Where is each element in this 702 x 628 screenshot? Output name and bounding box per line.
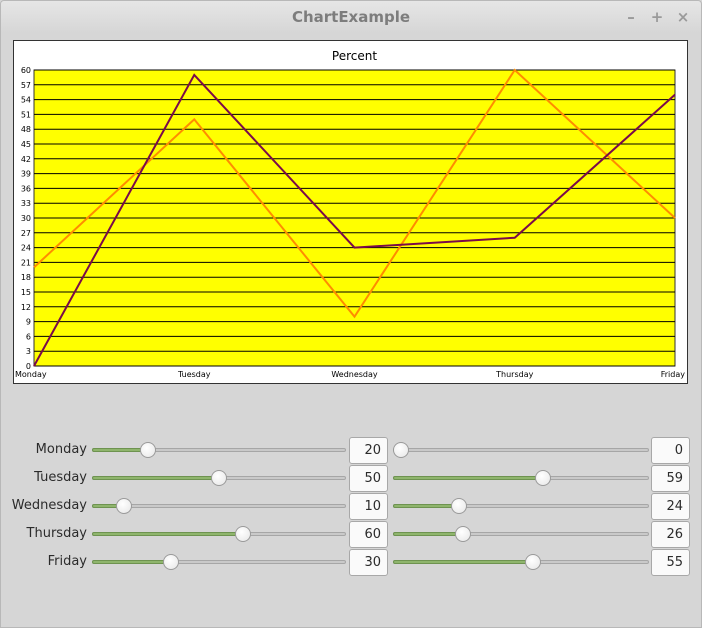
series-b-slider[interactable] (393, 468, 649, 488)
slider-handle[interactable] (450, 498, 467, 514)
window-title: ChartExample (291, 8, 411, 26)
series-b-spinbox[interactable]: 55 (651, 549, 690, 576)
x-tick-label: Friday (661, 370, 686, 379)
slider-handle[interactable] (211, 470, 227, 486)
slider-handle[interactable] (525, 554, 541, 570)
slider-handle[interactable] (163, 554, 180, 570)
series-b-spinbox[interactable]: 24 (651, 493, 690, 520)
slider-handle[interactable] (534, 470, 551, 486)
x-tick-label: Thursday (495, 370, 533, 379)
slider-handle[interactable] (139, 442, 156, 458)
series-a-slider[interactable] (92, 552, 346, 572)
x-tick-label: Wednesday (331, 370, 378, 379)
series-b-slider[interactable] (393, 496, 649, 516)
y-tick-label: 45 (21, 140, 31, 149)
day-label: Thursday (26, 526, 87, 541)
slider-fill (393, 504, 459, 508)
x-tick-label: Monday (15, 370, 47, 379)
series-a-slider[interactable] (92, 468, 346, 488)
series-a-spinbox[interactable]: 20 (349, 437, 388, 464)
chart-title: Percent (332, 49, 377, 63)
line-chart: Percent036912151821242730333639424548515… (15, 49, 686, 379)
y-tick-label: 6 (26, 332, 31, 341)
series-a-spinbox[interactable]: 60 (349, 521, 388, 548)
series-a-spinbox[interactable]: 50 (349, 465, 388, 492)
y-tick-label: 48 (21, 125, 31, 134)
series-b-slider[interactable] (393, 440, 649, 460)
series-b-spinbox[interactable]: 59 (651, 465, 690, 492)
slider-fill (92, 476, 219, 480)
series-b-spinbox[interactable]: 26 (651, 521, 690, 548)
y-tick-label: 39 (21, 170, 31, 179)
day-label: Monday (35, 442, 87, 457)
day-label: Wednesday (11, 498, 87, 513)
slider-handle[interactable] (455, 526, 472, 542)
series-b-slider[interactable] (393, 552, 649, 572)
app-window: ChartExample – + × Percent 0 3 6 9 12 15 18 21 24… (0, 0, 702, 628)
y-tick-label: 27 (21, 229, 31, 238)
slider-handle[interactable] (115, 498, 132, 514)
y-tick-label: 57 (21, 81, 31, 90)
day-label: Friday (47, 554, 87, 569)
y-tick-label: 9 (26, 318, 31, 327)
y-tick-label: 36 (21, 184, 31, 193)
y-tick-label: 60 (21, 66, 31, 75)
y-tick-label: 33 (21, 199, 31, 208)
chart-panel: Percent 0 3 6 9 12 15 18 21 24 27 30 33 36 39 42 45 48 51 5… (13, 40, 688, 384)
slider-fill (393, 532, 464, 536)
slider-handle[interactable] (234, 526, 251, 542)
series-b-spinbox[interactable]: 0 (651, 437, 690, 464)
x-tick-label: Tuesday (177, 370, 211, 379)
y-tick-label: 24 (21, 244, 31, 253)
y-tick-label: 18 (21, 273, 31, 282)
y-tick-label: 3 (26, 347, 31, 356)
y-tick-label: 51 (21, 110, 31, 119)
y-tick-label: 21 (21, 258, 31, 267)
series-a-slider[interactable] (92, 440, 346, 460)
slider-fill (92, 560, 172, 564)
minimize-button[interactable]: – (621, 7, 641, 27)
y-tick-label: 12 (21, 303, 31, 312)
slider-fill (393, 560, 533, 564)
series-a-spinbox[interactable]: 10 (349, 493, 388, 520)
slider-fill (393, 476, 543, 480)
series-a-spinbox[interactable]: 30 (349, 549, 388, 576)
day-label: Tuesday (34, 470, 87, 485)
close-button[interactable]: × (673, 7, 693, 27)
y-tick-label: 30 (21, 214, 31, 223)
title-bar: ChartExample – + × (1, 1, 701, 33)
series-a-slider[interactable] (92, 524, 346, 544)
maximize-button[interactable]: + (647, 7, 667, 27)
series-b-slider[interactable] (393, 524, 649, 544)
slider-fill (92, 532, 243, 536)
slider-handle[interactable] (393, 442, 409, 458)
slider-track[interactable] (393, 448, 649, 452)
y-tick-label: 15 (21, 288, 31, 297)
series-a-slider[interactable] (92, 496, 346, 516)
y-tick-label: 42 (21, 155, 31, 164)
y-tick-label: 54 (21, 96, 31, 105)
